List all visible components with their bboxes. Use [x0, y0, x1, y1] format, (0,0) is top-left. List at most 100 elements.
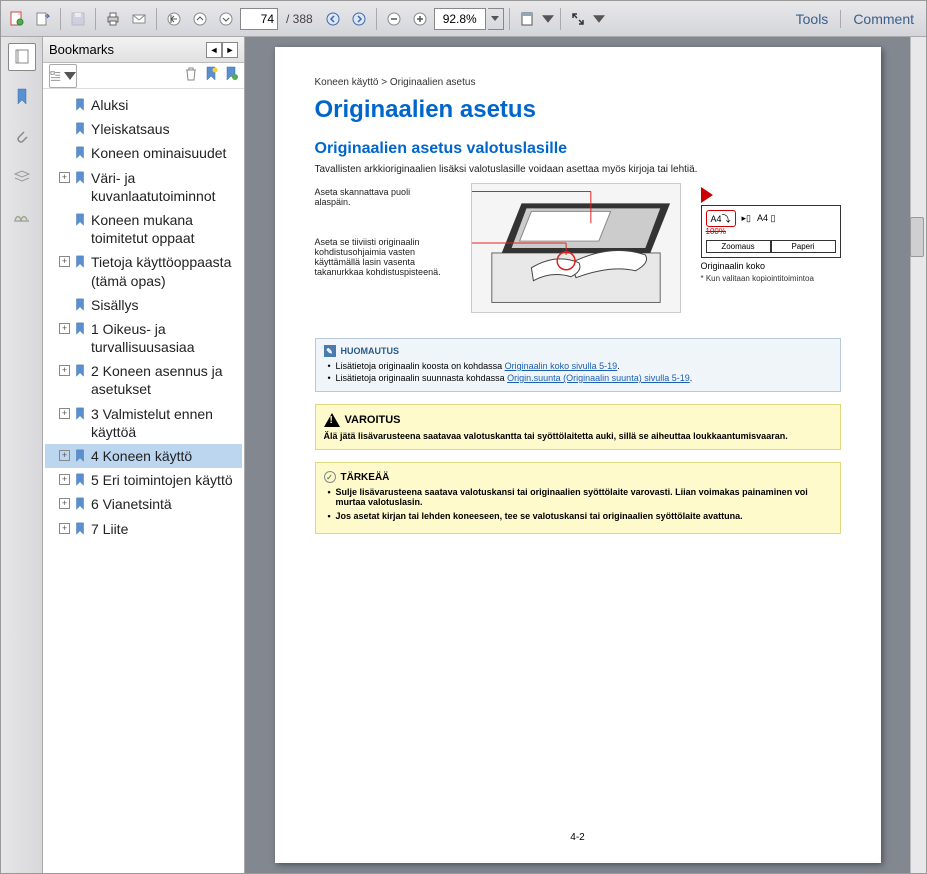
display-panel: A4⤵ ▸▯ A4 ▯ 100% Zoomaus Paperi [701, 205, 841, 258]
page-heading-1: Originaalien asetus [315, 96, 841, 124]
bookmark-label: Koneen mukana toimitetut oppaat [91, 211, 240, 247]
page-up-icon[interactable] [188, 7, 212, 31]
rail-layers-icon[interactable] [8, 163, 36, 191]
important-item-2: Jos asetat kirjan tai lehden koneeseen, … [328, 511, 832, 521]
expand-icon[interactable]: + [59, 408, 70, 419]
zoom-in-icon[interactable] [408, 7, 432, 31]
note-link-1[interactable]: Originaalin koko sivulla 5-19 [505, 361, 618, 371]
fit-dropdown-icon[interactable] [541, 7, 555, 31]
doc-feed-icon: ▸▯ [742, 213, 751, 224]
bookmark-item[interactable]: Sisällys [45, 293, 242, 317]
tab-paper: Paperi [771, 240, 836, 253]
page-heading-2: Originaalien asetus valotuslasille [315, 140, 841, 158]
document-viewport[interactable]: Koneen käyttö > Originaalien asetus Orig… [245, 37, 910, 873]
bookmark-item[interactable]: +3 Valmistelut ennen käyttöä [45, 402, 242, 444]
bookmark-label: 5 Eri toimintojen käyttö [91, 471, 240, 489]
email-icon[interactable] [127, 7, 151, 31]
important-item-1: Sulje lisävarusteena saatava valotuskans… [328, 487, 832, 507]
bookmarks-new-icon[interactable] [204, 66, 218, 85]
bookmark-label: 1 Oikeus- ja turvallisuusasiaa [91, 320, 240, 356]
zoom-value[interactable]: 92.8% [434, 8, 486, 30]
bookmark-label: Koneen ominaisuudet [91, 144, 240, 162]
expand-icon[interactable]: + [59, 256, 70, 267]
diagram-row: Aseta skannattava puoli alaspäin. Aseta … [315, 187, 841, 322]
a4-indicator-1: A4⤵ [706, 210, 736, 227]
read-mode-icon[interactable] [566, 7, 590, 31]
rail-attachment-icon[interactable] [8, 123, 36, 151]
zoom-out-icon[interactable] [382, 7, 406, 31]
warning-box: VAROITUS Älä jätä lisävarusteena saatava… [315, 404, 841, 450]
bookmarks-prev-icon[interactable]: ◄ [206, 42, 222, 58]
panel-subtext: * Kun valitaan kopiointitoimintoa [701, 274, 841, 283]
bookmark-item[interactable]: +Väri- ja kuvanlaatutoiminnot [45, 166, 242, 208]
bookmark-item[interactable]: Koneen ominaisuudet [45, 141, 242, 165]
bookmark-item[interactable]: Yleiskatsaus [45, 117, 242, 141]
callout-2: Aseta se tiiviisti originaalin kohdistus… [315, 237, 445, 277]
warning-icon [324, 413, 340, 427]
bookmarks-options-icon[interactable] [49, 64, 77, 88]
bookmark-label: Yleiskatsaus [91, 120, 240, 138]
bookmark-label: 7 Liite [91, 520, 240, 538]
expand-icon[interactable]: + [59, 498, 70, 509]
print-icon[interactable] [101, 7, 125, 31]
bookmark-item[interactable]: +4 Koneen käyttö [45, 444, 242, 468]
bookmark-label: 3 Valmistelut ennen käyttöä [91, 405, 240, 441]
expand-icon[interactable]: + [59, 474, 70, 485]
note-item-1: Lisätietoja originaalin koosta on kohdas… [328, 361, 832, 371]
page-total-label: / 388 [280, 12, 319, 26]
vertical-scrollbar[interactable] [910, 37, 926, 873]
first-page-icon[interactable] [162, 7, 186, 31]
bookmarks-tree: Aluksi Yleiskatsaus Koneen ominaisuudet +Vä… [43, 89, 244, 873]
note-box: ✎ HUOMAUTUS Lisätietoja originaalin koost… [315, 338, 841, 392]
note-link-2[interactable]: Origin.suunta (Originaalin suunta) sivul… [507, 373, 690, 383]
tab-zoom: Zoomaus [706, 240, 771, 253]
export-icon[interactable] [31, 7, 55, 31]
bookmark-item[interactable]: +6 Vianetsintä [45, 492, 242, 516]
callout-1: Aseta skannattava puoli alaspäin. [315, 187, 445, 207]
important-box: ✓TÄRKEÄÄ Sulje lisävarusteena saatava va… [315, 462, 841, 534]
pdf-icon[interactable] [5, 7, 29, 31]
bookmark-label: 4 Koneen käyttö [91, 447, 240, 465]
bookmarks-delete-icon[interactable] [184, 66, 198, 85]
rail-signatures-icon[interactable] [8, 203, 36, 231]
tools-link[interactable]: Tools [796, 11, 829, 27]
bookmark-item[interactable]: +7 Liite [45, 517, 242, 541]
rail-page-thumbnails-icon[interactable] [8, 43, 36, 71]
comment-link[interactable]: Comment [853, 11, 914, 27]
bookmark-label: Sisällys [91, 296, 240, 314]
expand-icon[interactable]: + [59, 523, 70, 534]
page-number-input[interactable] [240, 8, 278, 30]
bookmarks-new-from-struct-icon[interactable] [224, 66, 238, 85]
note-icon: ✎ [324, 345, 336, 357]
expand-icon[interactable]: + [59, 365, 70, 376]
next-view-icon[interactable] [347, 7, 371, 31]
side-rail [1, 37, 43, 873]
save-icon[interactable] [66, 7, 90, 31]
expand-icon[interactable]: + [59, 172, 70, 183]
expand-icon[interactable]: + [59, 323, 70, 334]
bookmark-item[interactable]: +Tietoja käyttöoppaasta (tämä opas) [45, 250, 242, 292]
page-down-icon[interactable] [214, 7, 238, 31]
panel-caption: Originaalin koko [701, 261, 841, 271]
main-toolbar: / 388 92.8% Tools Comment [1, 1, 926, 37]
note-item-2: Lisätietoja originaalin suunnasta kohdas… [328, 373, 832, 383]
fit-page-icon[interactable] [515, 7, 539, 31]
expand-icon[interactable]: + [59, 450, 70, 461]
bookmarks-next-icon[interactable]: ► [222, 42, 238, 58]
zoom-dropdown-icon[interactable] [488, 8, 504, 30]
bookmark-item[interactable]: +2 Koneen asennus ja asetukset [45, 359, 242, 401]
bookmark-item[interactable]: +1 Oikeus- ja turvallisuusasiaa [45, 317, 242, 359]
rail-bookmark-icon[interactable] [8, 83, 36, 111]
prev-view-icon[interactable] [321, 7, 345, 31]
bookmark-item[interactable]: Aluksi [45, 93, 242, 117]
bookmark-item[interactable]: +5 Eri toimintojen käyttö [45, 468, 242, 492]
read-dropdown-icon[interactable] [592, 7, 606, 31]
bookmark-item[interactable]: Koneen mukana toimitetut oppaat [45, 208, 242, 250]
scrollbar-thumb[interactable] [910, 217, 924, 257]
bookmark-label: 2 Koneen asennus ja asetukset [91, 362, 240, 398]
red-arrow-icon [701, 187, 713, 203]
note-heading: HUOMAUTUS [341, 346, 400, 356]
a4-indicator-2: A4 ▯ [757, 213, 775, 224]
bookmarks-header: Bookmarks ◄ ► [43, 37, 244, 63]
bookmark-label: 6 Vianetsintä [91, 495, 240, 513]
